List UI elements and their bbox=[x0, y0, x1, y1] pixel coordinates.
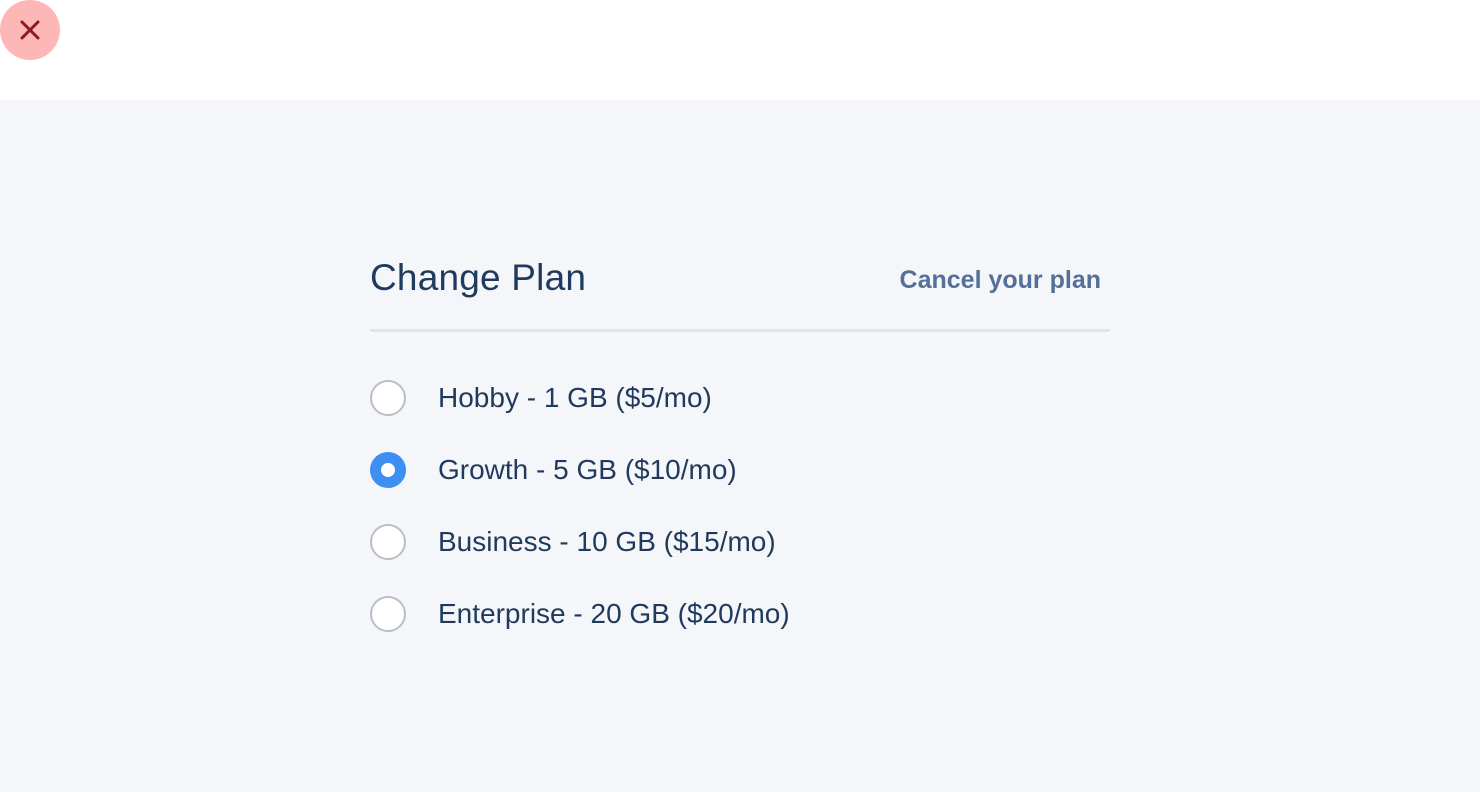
panel-header: Change Plan Cancel your plan bbox=[370, 250, 1110, 310]
cancel-plan-link[interactable]: Cancel your plan bbox=[900, 266, 1101, 295]
plan-option-enterprise[interactable]: Enterprise - 20 GB ($20/mo) bbox=[370, 578, 1110, 650]
top-bar bbox=[0, 0, 1480, 100]
divider bbox=[370, 329, 1110, 332]
plan-options: Hobby - 1 GB ($5/mo) Growth - 5 GB ($10/… bbox=[370, 362, 1110, 650]
plan-radio[interactable] bbox=[370, 380, 406, 416]
plan-radio[interactable] bbox=[370, 452, 406, 488]
plan-option-growth[interactable]: Growth - 5 GB ($10/mo) bbox=[370, 434, 1110, 506]
plan-radio[interactable] bbox=[370, 596, 406, 632]
close-button[interactable] bbox=[0, 0, 60, 60]
plan-option-business[interactable]: Business - 10 GB ($15/mo) bbox=[370, 506, 1110, 578]
plan-label: Hobby - 1 GB ($5/mo) bbox=[438, 382, 712, 413]
content-area: Change Plan Cancel your plan Hobby - 1 G… bbox=[0, 100, 1480, 792]
plan-label: Enterprise - 20 GB ($20/mo) bbox=[438, 598, 790, 629]
plan-label: Business - 10 GB ($15/mo) bbox=[438, 526, 776, 557]
plan-option-hobby[interactable]: Hobby - 1 GB ($5/mo) bbox=[370, 362, 1110, 434]
plan-radio[interactable] bbox=[370, 524, 406, 560]
close-icon bbox=[20, 20, 40, 40]
page-title: Change Plan bbox=[370, 257, 587, 298]
plan-label: Growth - 5 GB ($10/mo) bbox=[438, 454, 737, 485]
